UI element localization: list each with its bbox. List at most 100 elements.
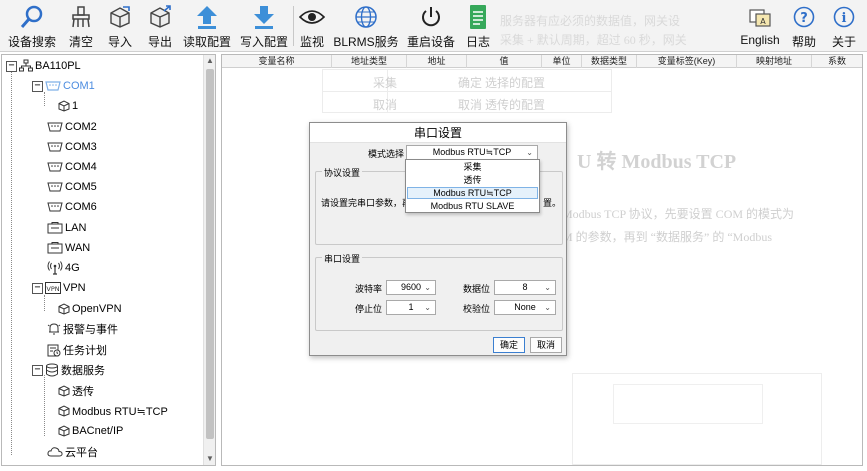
parity-select[interactable]: None ⌄	[494, 300, 556, 315]
tree-node-label: 4G	[65, 262, 80, 274]
device-search-button[interactable]: 设备搜索	[3, 2, 61, 50]
column-header[interactable]: 数据类型	[582, 55, 637, 68]
background-text: 采集	[373, 76, 398, 90]
tree-node-label: COM6	[65, 201, 97, 213]
tree-node-label: OpenVPN	[72, 303, 122, 315]
tree-node-vpn[interactable]: − VPN VPN	[32, 279, 86, 297]
monitor-label: 监视	[299, 35, 324, 49]
column-header[interactable]: 映射地址	[737, 55, 812, 68]
export-button[interactable]: 导出	[143, 2, 177, 50]
mode-option-selected[interactable]: Modbus RTU≒TCP	[407, 187, 538, 199]
serial-port-icon	[47, 202, 63, 212]
collapse-icon[interactable]: −	[6, 60, 17, 72]
tree-node-com6[interactable]: COM6	[47, 198, 97, 216]
clear-button[interactable]: 清空	[63, 2, 99, 50]
tree-node-cloud[interactable]: 云平台	[47, 443, 98, 461]
stop-bits-select[interactable]: 1 ⌄	[386, 300, 436, 315]
mode-select-value: Modbus RTU≒TCP	[432, 147, 512, 157]
tree-node-label: COM2	[65, 121, 97, 133]
tree-node-label: VPN	[63, 282, 86, 294]
tree-node-bacnet[interactable]: BACnet/IP	[58, 422, 123, 440]
scroll-down-icon[interactable]: ▼	[204, 453, 215, 465]
tree-node-label: 云平台	[65, 447, 98, 459]
tree-node-task[interactable]: 任务计划	[47, 341, 107, 359]
tree-node-label: 任务计划	[63, 345, 107, 357]
chevron-down-icon: ⌄	[544, 283, 551, 292]
column-header[interactable]: 地址	[407, 55, 467, 68]
collapse-icon[interactable]: −	[32, 364, 43, 376]
tree-node-wan[interactable]: WAN	[47, 239, 90, 257]
tree-node-root[interactable]: − BA110PL	[6, 57, 81, 75]
mode-select[interactable]: Modbus RTU≒TCP ⌄	[406, 145, 538, 160]
restart-device-label: 重启设备	[406, 35, 455, 49]
collapse-icon[interactable]: −	[32, 282, 43, 294]
tree-node-passthrough[interactable]: 透传	[58, 382, 94, 400]
ok-button[interactable]: 确定	[493, 337, 525, 353]
tree-node-label: LAN	[65, 222, 87, 234]
baud-rate-select[interactable]: 9600 ⌄	[386, 280, 436, 295]
tree-node-label: COM4	[65, 161, 97, 173]
protocol-settings-legend: 协议设置	[322, 166, 363, 179]
tree-node-alarm[interactable]: 报警与事件	[47, 320, 118, 338]
serial-settings-dialog: 串口设置 模式选择 Modbus RTU≒TCP ⌄ 协议设置 请设置完串口参数…	[309, 122, 567, 356]
english-button[interactable]: A English	[737, 2, 783, 50]
column-header[interactable]: 值	[467, 55, 542, 68]
column-header[interactable]: 单位	[542, 55, 582, 68]
baud-rate-label: 波特率	[354, 284, 382, 294]
stop-bits-value: 1	[408, 302, 414, 312]
tree-node-com1-device[interactable]: 1	[58, 97, 78, 115]
cancel-button[interactable]: 取消	[530, 337, 562, 353]
tree-node-com3[interactable]: COM3	[47, 138, 97, 156]
collapse-icon[interactable]: −	[32, 80, 43, 92]
tree-node-dataservice[interactable]: − 数据服务	[32, 361, 105, 379]
tree-node-modbus[interactable]: Modbus RTU≒TCP	[58, 402, 168, 420]
blrms-service-button[interactable]: BLRMS服务	[333, 2, 399, 50]
column-header[interactable]: 系数	[812, 55, 862, 68]
ethernet-icon	[47, 222, 63, 234]
tree-node-com1[interactable]: − COM1	[32, 77, 95, 95]
tree-node-label: COM5	[65, 181, 97, 193]
tree-node-openvpn[interactable]: OpenVPN	[58, 300, 122, 318]
mode-dropdown-list: 采集 透传 Modbus RTU≒TCP Modbus RTU SLAVE	[405, 159, 540, 213]
tree-scrollbar[interactable]: ▲ ▼	[203, 55, 215, 465]
write-config-button[interactable]: 写入配置	[238, 2, 290, 50]
svg-text:A: A	[760, 17, 766, 26]
monitor-button[interactable]: 监视	[296, 2, 328, 50]
stop-bits-label: 停止位	[354, 304, 382, 314]
background-table: 采集 确定 选择的配置 取消 取消 透传的配置	[322, 69, 612, 113]
mode-option[interactable]: 采集	[407, 161, 538, 173]
help-icon: ?	[791, 4, 817, 30]
data-bits-value: 8	[522, 282, 528, 292]
cube-icon	[58, 100, 70, 112]
tree-node-com2[interactable]: COM2	[47, 118, 97, 136]
column-header[interactable]: 变量名称	[222, 55, 332, 68]
globe-icon	[353, 4, 379, 30]
mode-option[interactable]: 透传	[407, 174, 538, 186]
broom-icon	[68, 4, 94, 30]
table-header: 变量名称 地址类型 地址 值 单位 数据类型 变量标签(Key) 映射地址 系数	[222, 55, 862, 68]
mode-label: 模式选择	[367, 149, 404, 159]
scroll-up-icon[interactable]: ▲	[204, 55, 215, 67]
power-icon	[418, 4, 444, 30]
language-icon: A	[747, 4, 773, 30]
log-button[interactable]: 日志	[462, 2, 494, 50]
help-button[interactable]: ? 帮助	[789, 2, 819, 50]
scrollbar-thumb[interactable]	[206, 69, 214, 439]
toolbar: 设备搜索 清空 导入 导出 读取配置 写入配置 监视 BLRMS服务 重启设备 …	[0, 0, 867, 52]
read-config-button[interactable]: 读取配置	[182, 2, 232, 50]
restart-device-button[interactable]: 重启设备	[405, 2, 457, 50]
background-text: M 的参数，再到 “数据服务” 的 “Modbus	[562, 230, 772, 244]
import-button[interactable]: 导入	[104, 2, 136, 50]
tree-node-com4[interactable]: COM4	[47, 158, 97, 176]
database-icon	[45, 363, 59, 377]
about-button[interactable]: i 关于	[829, 2, 859, 50]
device-search-label: 设备搜索	[7, 35, 56, 49]
column-header[interactable]: 变量标签(Key)	[637, 55, 737, 68]
read-config-label: 读取配置	[182, 35, 231, 49]
tree-node-com5[interactable]: COM5	[47, 178, 97, 196]
tree-node-lan[interactable]: LAN	[47, 219, 86, 237]
data-bits-select[interactable]: 8 ⌄	[494, 280, 556, 295]
column-header[interactable]: 地址类型	[332, 55, 407, 68]
tree-node-4g[interactable]: 4G	[47, 259, 80, 277]
mode-option[interactable]: Modbus RTU SLAVE	[407, 200, 538, 212]
